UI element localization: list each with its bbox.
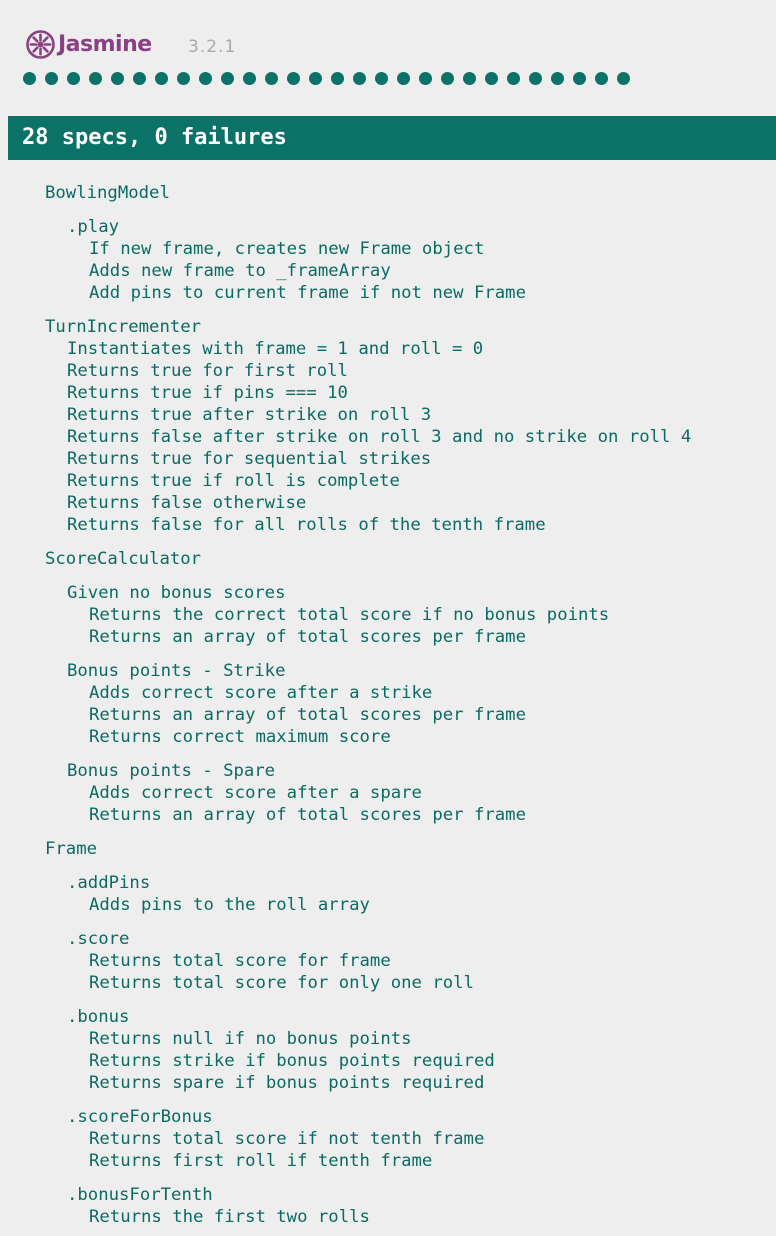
nested-suite-title[interactable]: .scoreForBonus — [67, 1106, 213, 1128]
spec-results: BowlingModel .play If new frame, creates n… — [0, 0, 776, 1236]
nested-suite-title[interactable]: Bonus points - Spare — [67, 760, 275, 782]
spec-passed[interactable]: Returns strike if bonus points required — [89, 1050, 495, 1072]
nested-suite-title[interactable]: .bonusForTenth — [67, 1184, 213, 1206]
spec-passed[interactable]: Instantiates with frame = 1 and roll = 0 — [67, 338, 483, 360]
spec-passed[interactable]: Returns total score for frame — [89, 950, 391, 972]
spec-passed[interactable]: Adds new frame to _frameArray — [89, 260, 391, 282]
spec-passed[interactable]: Returns correct maximum score — [89, 726, 391, 748]
spec-passed[interactable]: Returns true if roll is complete — [67, 470, 400, 492]
spec-passed[interactable]: Returns an array of total scores per fra… — [89, 626, 526, 648]
suite-title[interactable]: BowlingModel — [45, 182, 170, 204]
spec-passed[interactable]: Returns the correct total score if no bo… — [89, 604, 609, 626]
spec-passed[interactable]: Returns an array of total scores per fra… — [89, 804, 526, 826]
nested-suite-title[interactable]: .play — [67, 216, 119, 238]
spec-passed[interactable]: Returns false otherwise — [67, 492, 306, 514]
spec-passed[interactable]: Returns true after strike on roll 3 — [67, 404, 431, 426]
suite-title[interactable]: Frame — [45, 838, 97, 860]
spec-passed[interactable]: Returns true for sequential strikes — [67, 448, 431, 470]
spec-passed[interactable]: Returns total score if not tenth frame — [89, 1128, 484, 1150]
spec-passed[interactable]: Returns first roll if tenth frame — [89, 1150, 432, 1172]
spec-passed[interactable]: Adds pins to the roll array — [89, 894, 370, 916]
nested-suite-title[interactable]: .addPins — [67, 872, 150, 894]
suite-title[interactable]: TurnIncrementer — [45, 316, 201, 338]
spec-passed[interactable]: Returns total score for only one roll — [89, 972, 474, 994]
spec-passed[interactable]: Returns false for all rolls of the tenth… — [67, 514, 546, 536]
spec-passed[interactable]: Add pins to current frame if not new Fra… — [89, 282, 526, 304]
spec-passed[interactable]: Returns false after strike on roll 3 and… — [67, 426, 691, 448]
nested-suite-title[interactable]: .bonus — [67, 1006, 129, 1028]
spec-passed[interactable]: Returns spare if bonus points required — [89, 1072, 484, 1094]
spec-passed[interactable]: Returns an array of total scores per fra… — [89, 704, 526, 726]
spec-passed[interactable]: Adds correct score after a strike — [89, 682, 432, 704]
nested-suite-title[interactable]: .score — [67, 928, 129, 950]
spec-passed[interactable]: If new frame, creates new Frame object — [89, 238, 484, 260]
nested-suite-title[interactable]: Bonus points - Strike — [67, 660, 286, 682]
spec-passed[interactable]: Returns true if pins === 10 — [67, 382, 348, 404]
nested-suite-title[interactable]: Given no bonus scores — [67, 582, 286, 604]
spec-passed[interactable]: Returns true for first roll — [67, 360, 348, 382]
spec-passed[interactable]: Returns the first two rolls — [89, 1206, 370, 1228]
spec-passed[interactable]: Adds correct score after a spare — [89, 782, 422, 804]
suite-title[interactable]: ScoreCalculator — [45, 548, 201, 570]
spec-passed[interactable]: Returns null if no bonus points — [89, 1028, 412, 1050]
